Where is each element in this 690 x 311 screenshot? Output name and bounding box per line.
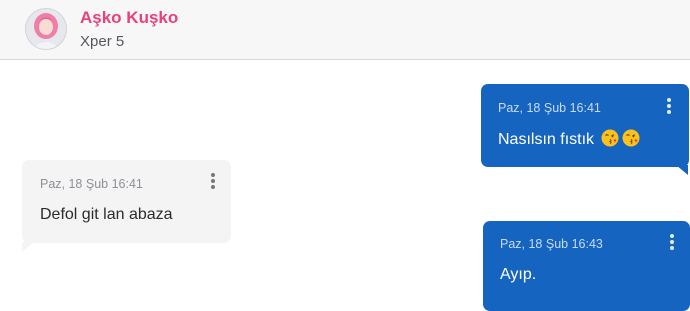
avatar[interactable] (25, 8, 67, 50)
message-text: Defol git lan abaza (40, 206, 173, 223)
contact-name: Aşko Kuşko (80, 8, 179, 27)
bubble-tail (22, 242, 34, 252)
message-text: Ayıp. (500, 266, 537, 283)
more-options-icon[interactable] (666, 98, 672, 118)
more-options-icon[interactable] (669, 234, 675, 254)
avatar-image (26, 9, 66, 49)
contact-subtitle: Xper 5 (80, 33, 125, 50)
message-bubble-incoming[interactable]: Paz, 18 Şub 16:41 Defol git lan abaza (22, 160, 231, 243)
message-text: Nasılsın fıstık (498, 129, 640, 149)
chat-header: Aşko Kuşko Xper 5 (0, 0, 690, 60)
kissing-face-icon (622, 129, 640, 147)
message-timestamp: Paz, 18 Şub 16:41 (498, 101, 601, 115)
message-timestamp: Paz, 18 Şub 16:43 (500, 237, 603, 251)
message-text-content: Nasılsın fıstık (498, 131, 595, 148)
more-options-icon[interactable] (210, 173, 216, 193)
message-bubble-outgoing[interactable]: Paz, 18 Şub 16:41 Nasılsın fıstık (481, 84, 689, 167)
kissing-face-icon (601, 129, 619, 147)
message-bubble-outgoing[interactable]: Paz, 18 Şub 16:43 Ayıp. (483, 221, 690, 311)
bubble-tail (676, 165, 688, 175)
message-timestamp: Paz, 18 Şub 16:41 (40, 177, 143, 191)
